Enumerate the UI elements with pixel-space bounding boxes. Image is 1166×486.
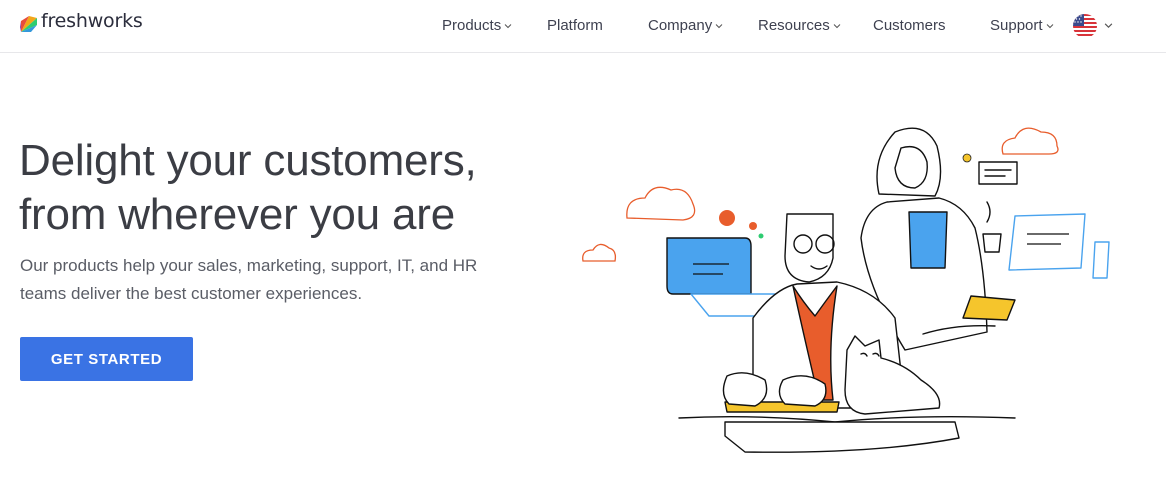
chevron-down-icon (715, 24, 723, 29)
nav-products-label: Products (442, 16, 502, 34)
nav-platform-label: Platform (547, 16, 603, 34)
nav-support[interactable]: Support (990, 15, 1054, 35)
hero-illustration (582, 127, 1110, 453)
nav-resources[interactable]: Resources (758, 15, 841, 35)
nav-support-label: Support (990, 16, 1043, 34)
nav-platform[interactable]: Platform (547, 15, 603, 35)
hero-subtitle: Our products help your sales, marketing,… (20, 252, 540, 308)
us-flag-icon[interactable] (1072, 13, 1098, 39)
freshworks-logo-icon (20, 15, 38, 33)
chevron-down-icon (504, 24, 512, 29)
freshworks-logo[interactable]: freshworks (19, 10, 143, 38)
chevron-down-icon (833, 24, 841, 29)
nav-company-label: Company (648, 16, 713, 34)
hero-title-line-2: from wherever you are (19, 190, 455, 239)
hero-subtitle-line-1: Our products help your sales, marketing,… (20, 256, 478, 275)
hero-title: Delight your customers, from wherever yo… (19, 134, 579, 242)
region-chevron-down-icon[interactable] (1104, 21, 1113, 30)
nav-products[interactable]: Products (442, 15, 512, 35)
nav-customers[interactable]: Customers (873, 15, 946, 35)
nav-resources-label: Resources (758, 16, 830, 34)
nav-company[interactable]: Company (648, 15, 723, 35)
hero-title-line-1: Delight your customers, (19, 136, 477, 185)
chevron-down-icon (1046, 24, 1053, 29)
brand-name: freshworks (41, 10, 143, 32)
hero-subtitle-line-2: teams deliver the best customer experien… (20, 284, 363, 303)
nav-customers-label: Customers (873, 16, 946, 34)
top-navbar: freshworks Products Platform Company Res… (0, 0, 1166, 53)
get-started-button[interactable]: GET STARTED (20, 337, 193, 381)
